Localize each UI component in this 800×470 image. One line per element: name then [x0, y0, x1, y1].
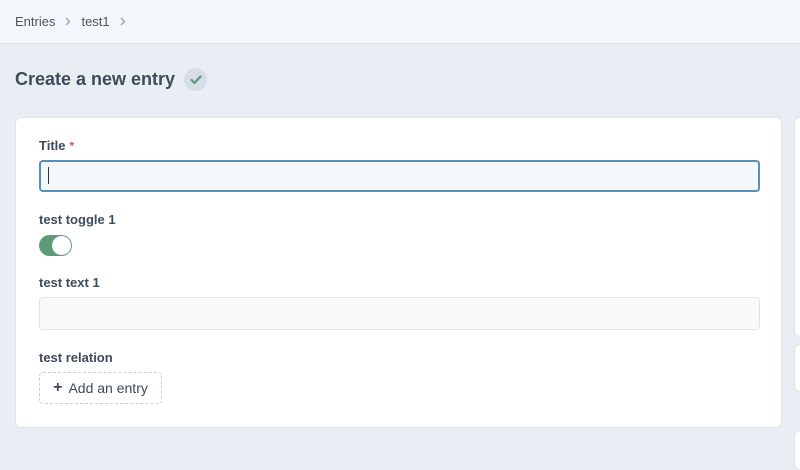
- entry-form-card: Title * test toggle 1 test text 1 test re…: [15, 117, 782, 428]
- relation-label: test relation: [39, 350, 113, 365]
- add-entry-button[interactable]: + Add an entry: [39, 372, 162, 404]
- chevron-right-icon: [120, 17, 126, 26]
- add-entry-label: Add an entry: [68, 380, 148, 396]
- top-bar: Entries test1: [0, 0, 800, 44]
- title-input[interactable]: [39, 160, 760, 192]
- text-caret: [48, 167, 49, 184]
- check-icon: [184, 68, 208, 91]
- toggle-knob: [52, 236, 71, 255]
- side-panel-secondary: [794, 344, 800, 392]
- chevron-right-icon: [65, 17, 71, 26]
- page-header: Create a new entry: [15, 68, 208, 91]
- title-label-text: Title: [39, 138, 66, 153]
- breadcrumb-test1[interactable]: test1: [81, 14, 109, 29]
- page-title: Create a new entry: [15, 69, 176, 89]
- side-panel-tertiary: [794, 430, 800, 470]
- test-text-input[interactable]: [39, 297, 760, 330]
- text-field-label: test text 1: [39, 275, 100, 290]
- required-mark: *: [69, 139, 75, 153]
- test-toggle-switch[interactable]: [39, 235, 72, 256]
- breadcrumb-entries[interactable]: Entries: [15, 14, 55, 29]
- plus-icon: +: [53, 379, 63, 396]
- toggle-label: test toggle 1: [39, 212, 116, 227]
- title-label: Title *: [39, 138, 74, 153]
- side-panel: [794, 117, 800, 337]
